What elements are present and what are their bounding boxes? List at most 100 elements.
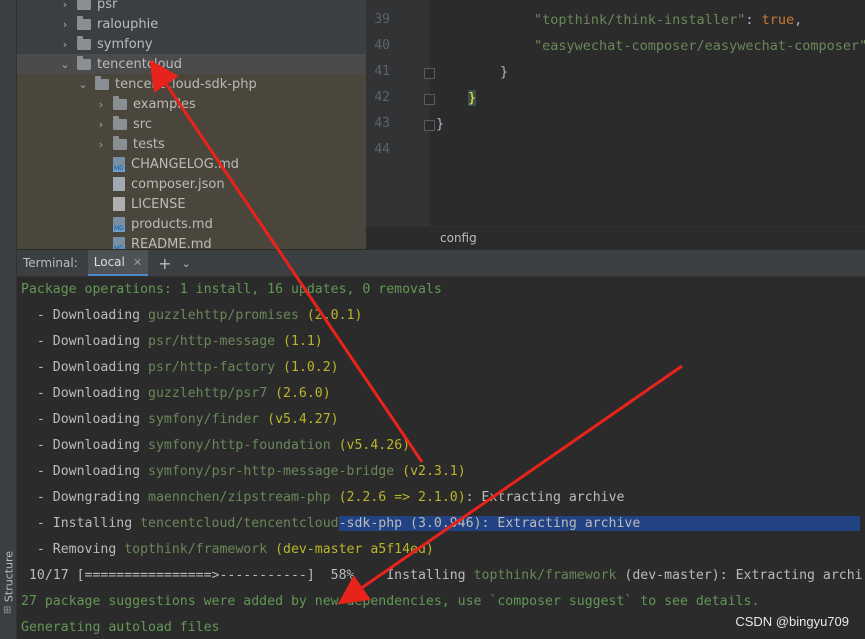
package-version: (2.6.0) xyxy=(267,386,331,401)
chevron-down-icon[interactable]: ⌄ xyxy=(77,78,89,91)
tree-item-label: products.md xyxy=(131,216,213,232)
line-number: 42 xyxy=(374,90,390,105)
terminal-line: - Downloading symfony/finder (v5.4.27) xyxy=(21,412,339,427)
code-line-40: "easywechat-composer/easywechat-composer… xyxy=(534,38,865,54)
code-line-43: } xyxy=(436,116,445,132)
chevron-right-icon[interactable]: › xyxy=(59,18,71,31)
project-tree-panel: › psr › ralouphie › symfony ⌄ tencentclo… xyxy=(17,0,366,249)
chevron-right-icon[interactable]: › xyxy=(59,38,71,51)
tree-item-changelog[interactable]: CHANGELOG.md xyxy=(17,154,366,174)
package-name: symfony/psr-http-message-bridge xyxy=(148,464,395,479)
progress-bar-text: 10/17 [================>-----------] 58%… xyxy=(21,568,474,583)
terminal-line: - Downloading guzzlehttp/psr7 (2.6.0) xyxy=(21,386,331,401)
tree-item-label: psr xyxy=(97,0,118,12)
line-number: 44 xyxy=(374,142,390,157)
terminal-output[interactable]: Package operations: 1 install, 16 update… xyxy=(17,277,865,639)
json-file-icon xyxy=(113,177,125,191)
text-file-icon xyxy=(113,197,125,211)
tree-item-composer-json[interactable]: composer.json xyxy=(17,174,366,194)
fold-marker-icon[interactable] xyxy=(424,94,435,105)
terminal-line: Generating autoload files xyxy=(21,620,220,635)
tree-item-tencentcloud-sdk-php[interactable]: ⌄ tencentcloud-sdk-php xyxy=(17,74,366,94)
terminal-line: - Downgrading maennchen/zipstream-php (2… xyxy=(21,490,625,505)
package-version: (dev-master a5f14ed) xyxy=(267,542,434,557)
tree-item-products-md[interactable]: products.md xyxy=(17,214,366,234)
terminal-line: - Downloading symfony/psr-http-message-b… xyxy=(21,464,466,479)
tree-item-label: tests xyxy=(133,136,165,152)
folder-icon xyxy=(113,115,127,130)
tree-item-label: tencentcloud-sdk-php xyxy=(115,76,257,92)
fold-marker-icon[interactable] xyxy=(424,120,435,131)
tree-item-ralouphie[interactable]: › ralouphie xyxy=(17,14,366,34)
line-prefix: - Downgrading xyxy=(21,490,149,505)
fold-marker-icon[interactable] xyxy=(424,68,435,79)
folder-icon xyxy=(77,15,91,30)
markdown-file-icon xyxy=(113,237,125,249)
terminal-line: - Downloading psr/http-factory (1.0.2) xyxy=(21,360,339,375)
folder-icon xyxy=(77,35,91,50)
package-name: tencentcloud/tencentcloud xyxy=(140,516,339,531)
tree-item-psr[interactable]: › psr xyxy=(17,0,366,14)
line-prefix: - Downloading xyxy=(21,464,149,479)
new-tab-plus-icon[interactable]: + xyxy=(158,254,171,273)
tree-item-label: examples xyxy=(133,96,196,112)
line-suffix: : Extracting archive xyxy=(465,490,625,505)
matched-brace: } xyxy=(468,90,477,106)
code-editor[interactable]: 39 40 41 42 43 44 "topthink/think-instal… xyxy=(366,0,865,226)
line-prefix: - Removing xyxy=(21,542,125,557)
tree-item-label: composer.json xyxy=(131,176,225,192)
tree-item-symfony[interactable]: › symfony xyxy=(17,34,366,54)
structure-tool-strip[interactable]: Structure ⊞ xyxy=(0,0,17,639)
package-version: (2.0.1) xyxy=(298,308,363,323)
chevron-down-icon[interactable]: ⌄ xyxy=(182,257,191,270)
tree-item-license[interactable]: LICENSE xyxy=(17,194,366,214)
tree-item-label: tencentcloud xyxy=(97,56,183,72)
package-name: topthink/framework xyxy=(473,568,617,583)
chevron-down-icon[interactable]: ⌄ xyxy=(59,58,71,71)
tree-item-label: ralouphie xyxy=(97,16,159,32)
structure-tab-label[interactable]: Structure xyxy=(3,542,16,612)
package-name: maennchen/zipstream-php xyxy=(148,490,331,505)
tree-item-label: symfony xyxy=(97,36,153,52)
tree-item-label: LICENSE xyxy=(131,196,186,212)
line-prefix: - Downloading xyxy=(21,412,149,427)
package-version: (v5.4.27) xyxy=(259,412,339,427)
code-line-41: } xyxy=(500,64,509,80)
terminal-tab-local[interactable]: Local ✕ xyxy=(87,250,149,276)
terminal-label: Terminal: xyxy=(23,256,78,270)
tree-item-src[interactable]: › src xyxy=(17,114,366,134)
terminal-line: 27 package suggestions were added by new… xyxy=(21,594,760,609)
chevron-right-icon[interactable]: › xyxy=(95,138,107,151)
markdown-file-icon xyxy=(113,217,125,232)
line-prefix: - Installing xyxy=(21,516,141,531)
markdown-file-icon xyxy=(113,157,125,172)
json-comma: , xyxy=(794,12,803,28)
json-value: true xyxy=(761,12,795,28)
package-name: topthink/framework xyxy=(124,542,268,557)
close-icon[interactable]: ✕ xyxy=(133,256,142,269)
tree-item-label: CHANGELOG.md xyxy=(131,156,239,172)
line-number: 41 xyxy=(374,64,390,79)
tree-item-tests[interactable]: › tests xyxy=(17,134,366,154)
tab-label: Local xyxy=(93,255,125,269)
package-version: (v5.4.26) xyxy=(330,438,411,453)
folder-icon xyxy=(95,75,109,90)
terminal-toolbar: Terminal: Local ✕ + ⌄ xyxy=(17,250,865,277)
tree-item-examples[interactable]: › examples xyxy=(17,94,366,114)
line-prefix: - Downloading xyxy=(21,438,149,453)
terminal-line: - Removing topthink/framework (dev-maste… xyxy=(21,542,434,557)
structure-icon[interactable]: ⊞ xyxy=(3,605,11,616)
folder-icon xyxy=(113,95,127,110)
terminal-line: - Installing tencentcloud/tencentcloud-s… xyxy=(21,516,861,531)
package-version: (v2.3.1) xyxy=(394,464,466,479)
breadcrumb[interactable]: config xyxy=(440,231,477,245)
chevron-right-icon[interactable]: › xyxy=(59,0,71,11)
tree-item-readme-md[interactable]: README.md xyxy=(17,234,366,249)
json-key: "easywechat-composer/easywechat-composer… xyxy=(534,38,865,54)
line-number: 39 xyxy=(374,12,390,27)
chevron-right-icon[interactable]: › xyxy=(95,98,107,111)
chevron-right-icon[interactable]: › xyxy=(95,118,107,131)
tree-item-tencentcloud[interactable]: ⌄ tencentcloud xyxy=(17,54,366,74)
folder-icon xyxy=(113,135,127,150)
json-colon: : xyxy=(745,12,762,28)
